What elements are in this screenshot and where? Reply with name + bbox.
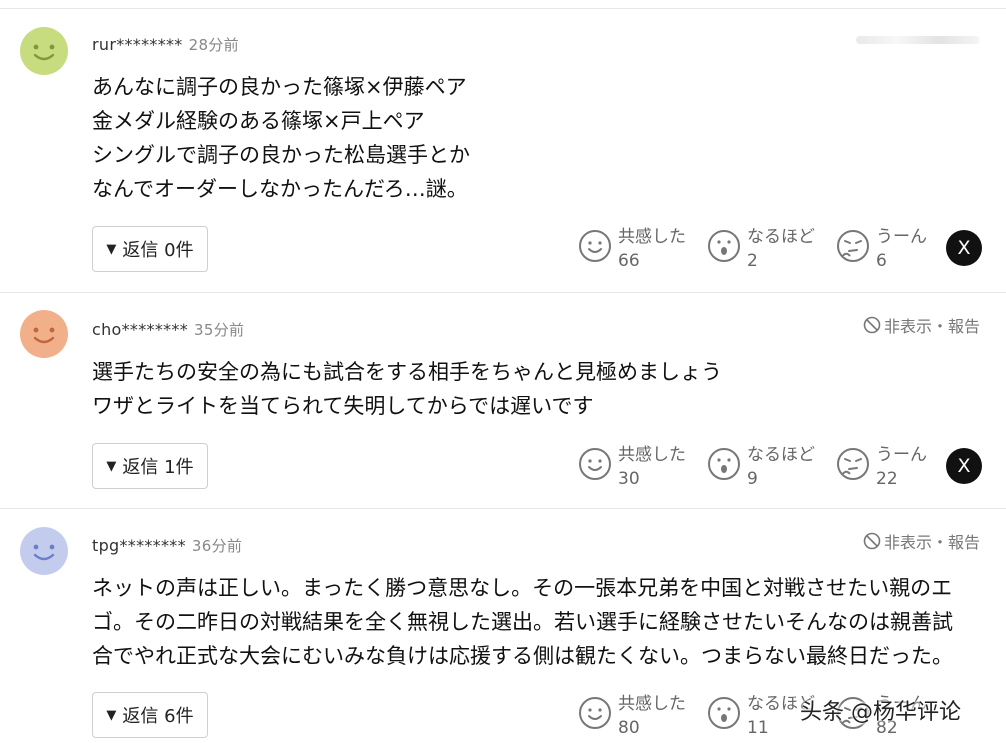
reply-toggle-button[interactable]: ▼ 返信 0件 bbox=[92, 226, 208, 272]
reaction-uun-button[interactable]: うーん 6 bbox=[836, 225, 927, 273]
x-logo-icon: X bbox=[957, 455, 971, 477]
comment-author[interactable]: cho******** 35分前 bbox=[92, 319, 244, 340]
reaction-uun-button[interactable]: うーん 22 bbox=[836, 443, 927, 491]
avatar[interactable] bbox=[20, 310, 68, 358]
reaction-naruhodo-button[interactable]: なるほど 9 bbox=[707, 443, 815, 491]
reaction-empathy-button[interactable]: 共感した 66 bbox=[578, 225, 686, 273]
comment-item: cho******** 35分前 非表示・報告 選手たちの安全の為にも試合をする相… bbox=[0, 292, 1006, 509]
x-share-button[interactable]: X bbox=[946, 230, 982, 266]
comment-body: あんなに調子の良かった篠塚×伊藤ペア 金メダル経験のある篠塚×戸上ペア シングル… bbox=[92, 75, 470, 201]
comment-body: 選手たちの安全の為にも試合をする相手をちゃんと見極めましょう ワザとライトを当て… bbox=[92, 360, 722, 418]
smile-icon bbox=[579, 230, 611, 262]
comment-time: 36分前 bbox=[191, 537, 243, 555]
comment-author[interactable]: rur******** 28分前 bbox=[92, 34, 239, 55]
reply-toggle-button[interactable]: ▼ 返信 1件 bbox=[92, 443, 208, 489]
reaction-naruhodo-button[interactable]: なるほど 2 bbox=[707, 225, 815, 273]
hide-report-link[interactable]: 非表示・報告 bbox=[863, 529, 980, 553]
avatar[interactable] bbox=[20, 27, 68, 75]
reaction-empathy-button[interactable]: 共感した 30 bbox=[578, 443, 686, 491]
x-logo-icon: X bbox=[957, 237, 971, 259]
caret-down-icon: ▼ bbox=[106, 707, 117, 723]
comment-item: rur******** 28分前 あんなに調子の良かった篠塚×伊藤ペア 金メダル経… bbox=[0, 0, 1006, 292]
surprised-icon bbox=[708, 697, 740, 729]
avatar[interactable] bbox=[20, 527, 68, 575]
smile-icon bbox=[579, 448, 611, 480]
smile-icon bbox=[579, 697, 611, 729]
caret-down-icon: ▼ bbox=[106, 241, 117, 257]
reply-toggle-button[interactable]: ▼ 返信 6件 bbox=[92, 692, 208, 738]
reaction-naruhodo-button[interactable]: なるほど 11 bbox=[707, 692, 815, 740]
hide-report-link[interactable]: 非表示・報告 bbox=[863, 313, 980, 337]
prohibited-icon bbox=[863, 316, 881, 334]
surprised-icon bbox=[708, 448, 740, 480]
prohibited-icon bbox=[863, 532, 881, 550]
blurred-menu bbox=[856, 36, 980, 44]
thinking-face-icon bbox=[837, 448, 869, 480]
comment-author[interactable]: tpg******** 36分前 bbox=[92, 535, 242, 556]
watermark: 头条 @杨华评论 bbox=[800, 700, 961, 725]
thinking-face-icon bbox=[837, 230, 869, 262]
reaction-empathy-button[interactable]: 共感した 80 bbox=[578, 692, 686, 740]
comment-time: 35分前 bbox=[194, 321, 245, 339]
caret-down-icon: ▼ bbox=[106, 458, 117, 474]
comment-body: ネットの声は正しい。まったく勝つ意思なし。その一張本兄弟を中国と対戦させたい親の… bbox=[92, 576, 953, 668]
comment-time: 28分前 bbox=[188, 36, 239, 54]
surprised-icon bbox=[708, 230, 740, 262]
x-share-button[interactable]: X bbox=[946, 448, 982, 484]
